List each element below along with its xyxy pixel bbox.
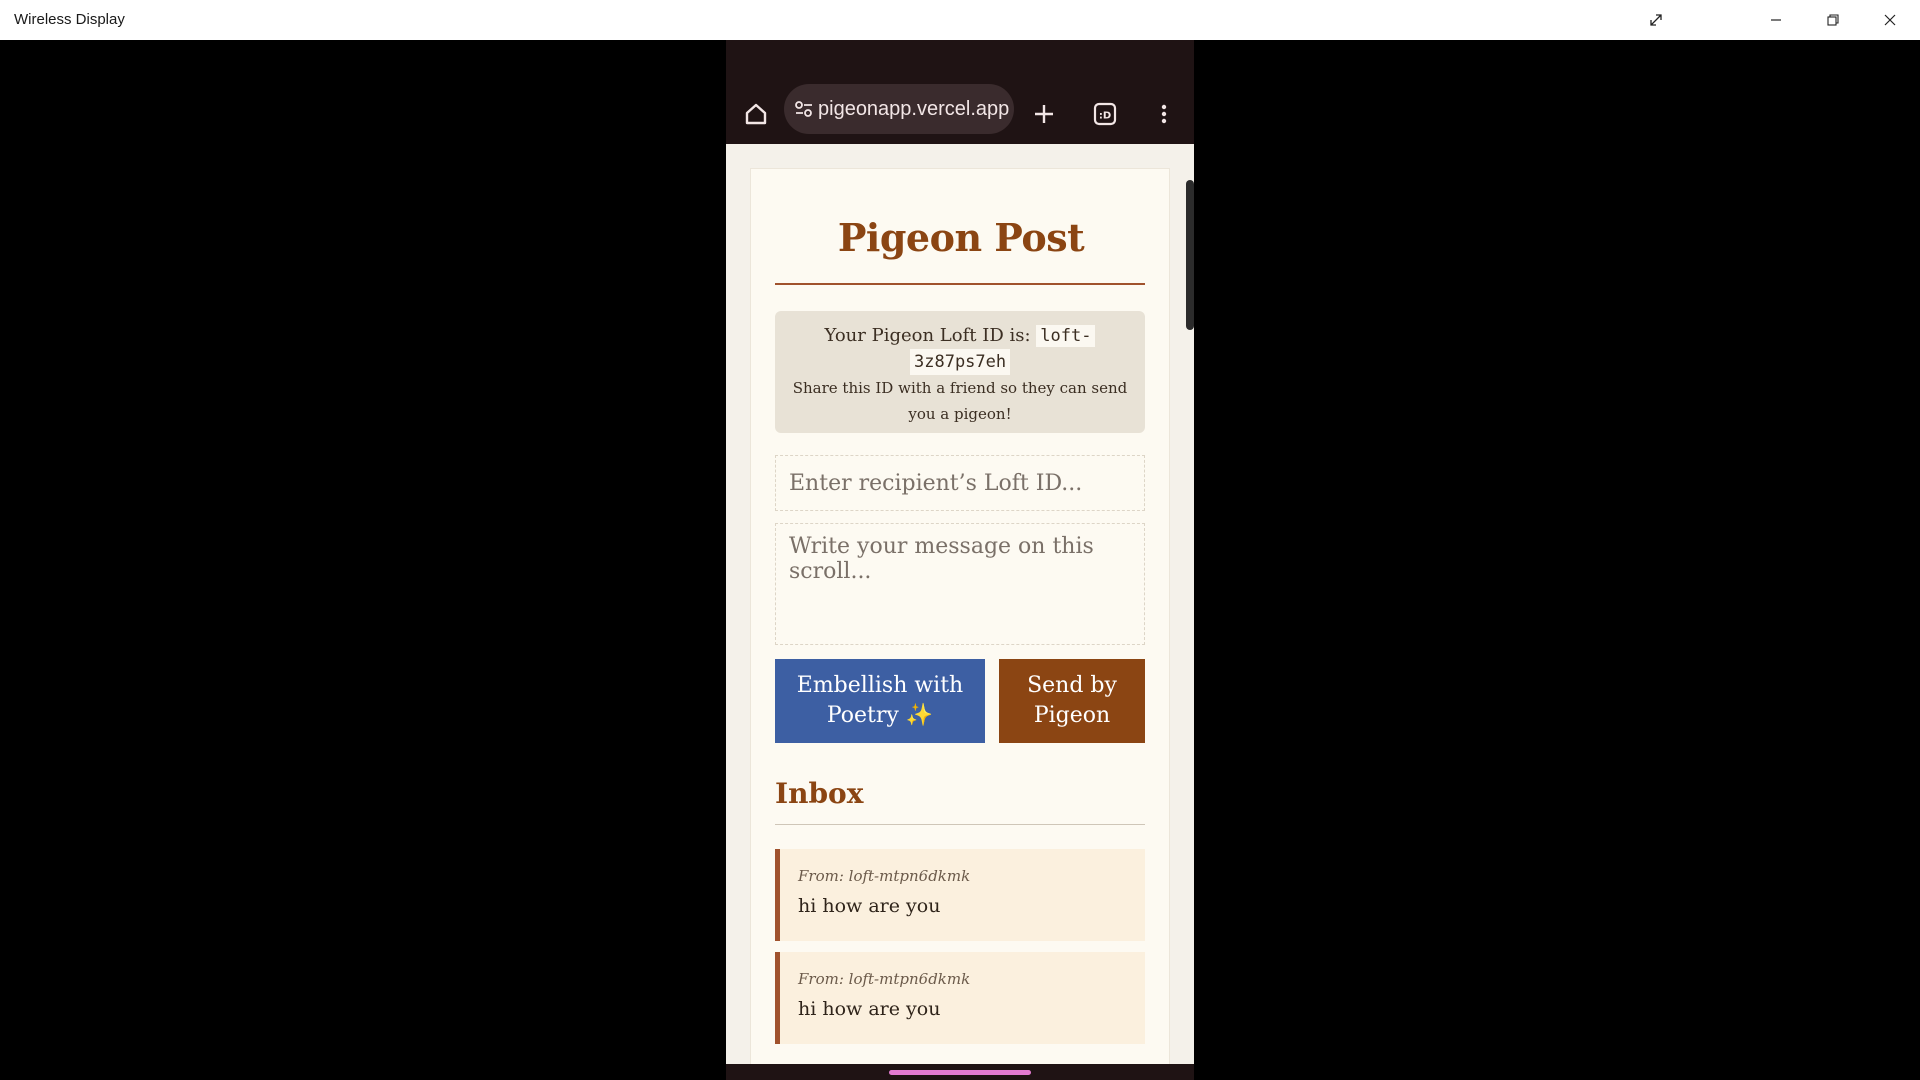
restore-icon [1827,14,1839,26]
loft-id-code-part2: 3z87ps7eh [910,349,1011,375]
app-card: Pigeon Post Your Pigeon Loft ID is: loft… [750,168,1170,1064]
recipient-loft-id-input[interactable] [775,455,1145,511]
browser-toolbar: pigeonapp.vercel.app :D [726,40,1194,144]
inbox-message: From: loft-mtpn6dkmk hi how are you [775,952,1145,1044]
send-by-pigeon-button[interactable]: Send by Pigeon [999,659,1145,743]
web-page: Pigeon Post Your Pigeon Loft ID is: loft… [726,144,1194,1064]
message-body: hi how are you [798,895,941,917]
more-menu-button[interactable] [1142,92,1186,136]
message-sender: From: loft-mtpn6dkmk [798,867,971,885]
inbox-heading: Inbox [775,777,864,810]
close-icon [1884,14,1896,26]
loft-share-text: Share this ID with a friend so they can … [792,379,1128,423]
address-bar[interactable]: pigeonapp.vercel.app [784,84,1014,134]
minimize-button[interactable] [1748,0,1804,40]
loft-id-line: Your Pigeon Loft ID is: loft- [775,323,1145,349]
message-body: hi how are you [798,998,941,1020]
more-menu-icon [1161,104,1167,124]
loft-id-panel: Your Pigeon Loft ID is: loft- 3z87ps7eh … [775,311,1145,433]
tab-count: :D [1099,111,1111,122]
fullscreen-button[interactable] [1628,0,1684,40]
new-tab-icon [1035,105,1053,123]
app-title: Pigeon Post [837,215,1085,260]
window-titlebar: Wireless Display [0,0,1920,40]
site-settings-icon [795,101,812,117]
loft-id-prefix: Your Pigeon Loft ID is: [824,325,1031,346]
message-textarea[interactable] [775,523,1145,645]
restore-button[interactable] [1805,0,1861,40]
new-tab-button[interactable] [1022,92,1066,136]
home-button[interactable] [734,92,778,136]
android-nav-bar [726,1064,1194,1080]
gesture-handle[interactable] [889,1070,1031,1075]
embellish-poetry-button[interactable]: Embellish with Poetry ✨ [775,659,985,743]
tab-switcher-button[interactable]: :D [1083,92,1127,136]
loft-id-code-part1: loft- [1036,325,1096,347]
page-scrollbar[interactable] [1186,180,1194,330]
minimize-icon [1771,19,1781,21]
window-title: Wireless Display [14,11,125,28]
inbox-divider [775,824,1145,825]
close-button[interactable] [1862,0,1918,40]
expand-icon [1650,14,1662,26]
inbox-message: From: loft-mtpn6dkmk hi how are you [775,849,1145,941]
message-sender: From: loft-mtpn6dkmk [798,970,971,988]
title-divider [775,283,1145,285]
url-text: pigeonapp.vercel.app [818,97,1010,120]
tab-switcher-icon: :D [1093,102,1117,126]
phone-screen: pigeonapp.vercel.app :D Pigeon Post Your… [726,40,1194,1080]
home-icon [745,103,767,125]
